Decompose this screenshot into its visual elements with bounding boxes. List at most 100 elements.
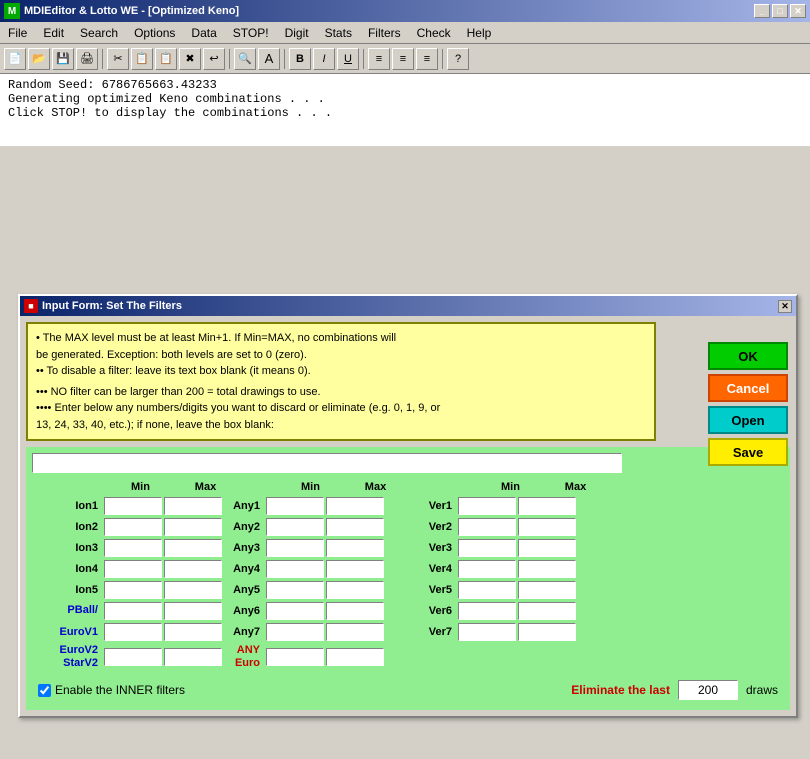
window-title: MDIEditor & Lotto WE - [Optimized Keno] [24, 5, 239, 17]
ver2-label: Ver2 [386, 521, 456, 533]
any5-min[interactable] [266, 581, 324, 599]
any2-min[interactable] [266, 518, 324, 536]
italic-button[interactable]: I [313, 48, 335, 70]
eurov1-min[interactable] [104, 623, 162, 641]
menu-digit[interactable]: Digit [277, 22, 317, 43]
ion2-max[interactable] [164, 518, 222, 536]
align-right-button[interactable]: ≡ [416, 48, 438, 70]
font-button[interactable]: A [258, 48, 280, 70]
ver1-max[interactable] [518, 497, 576, 515]
any-min-header: Min [278, 481, 343, 493]
copy-button[interactable]: 📋 [131, 48, 153, 70]
any-euro-max[interactable] [326, 648, 384, 666]
any2-max[interactable] [326, 518, 384, 536]
ion4-max[interactable] [164, 560, 222, 578]
menu-filters[interactable]: Filters [360, 22, 409, 43]
any3-min[interactable] [266, 539, 324, 557]
any-euro-min[interactable] [266, 648, 324, 666]
enable-inner-text: Enable the INNER filters [55, 683, 185, 697]
ion2-min[interactable] [104, 518, 162, 536]
align-left-button[interactable]: ≡ [368, 48, 390, 70]
ver5-min[interactable] [458, 581, 516, 599]
ion4-min[interactable] [104, 560, 162, 578]
ok-button[interactable]: OK [708, 342, 788, 370]
any7-max[interactable] [326, 623, 384, 641]
align-center-button[interactable]: ≡ [392, 48, 414, 70]
ver1-min[interactable] [458, 497, 516, 515]
save-file-button[interactable]: 💾 [52, 48, 74, 70]
menu-bar: File Edit Search Options Data STOP! Digi… [0, 22, 810, 44]
ver2-max[interactable] [518, 518, 576, 536]
any6-max[interactable] [326, 602, 384, 620]
menu-edit[interactable]: Edit [35, 22, 72, 43]
ion3-label: Ion3 [32, 542, 102, 554]
discard-input[interactable] [32, 453, 622, 473]
help-icon-button[interactable]: ? [447, 48, 469, 70]
cut-button[interactable]: ✂ [107, 48, 129, 70]
ver4-max[interactable] [518, 560, 576, 578]
menu-file[interactable]: File [0, 22, 35, 43]
print-button[interactable]: 🖨 [76, 48, 98, 70]
title-bar: M MDIEditor & Lotto WE - [Optimized Keno… [0, 0, 810, 22]
info-line1: • The MAX level must be at least Min+1. … [36, 330, 646, 347]
paste-button[interactable]: 📋 [155, 48, 177, 70]
enable-inner-checkbox[interactable] [38, 684, 51, 697]
eurov2-max[interactable] [164, 648, 222, 666]
ion5-max[interactable] [164, 581, 222, 599]
ver6-min[interactable] [458, 602, 516, 620]
eliminate-input[interactable] [678, 680, 738, 700]
ver4-min[interactable] [458, 560, 516, 578]
draws-label: draws [746, 683, 778, 697]
ver6-max[interactable] [518, 602, 576, 620]
minimize-button[interactable]: _ [754, 4, 770, 18]
any6-min[interactable] [266, 602, 324, 620]
filter-row-5: Ion5 Any5 Ver5 [32, 581, 784, 599]
bold-button[interactable]: B [289, 48, 311, 70]
new-button[interactable]: 📄 [4, 48, 26, 70]
menu-options[interactable]: Options [126, 22, 183, 43]
menu-search[interactable]: Search [72, 22, 126, 43]
ver7-max[interactable] [518, 623, 576, 641]
maximize-button[interactable]: □ [772, 4, 788, 18]
any1-min[interactable] [266, 497, 324, 515]
menu-help[interactable]: Help [459, 22, 500, 43]
pball-max[interactable] [164, 602, 222, 620]
ion5-min[interactable] [104, 581, 162, 599]
ver5-max[interactable] [518, 581, 576, 599]
main-output: Random Seed: 6786765663.43233 Generating… [0, 74, 810, 146]
ion3-max[interactable] [164, 539, 222, 557]
ion3-min[interactable] [104, 539, 162, 557]
ver2-min[interactable] [458, 518, 516, 536]
menu-data[interactable]: Data [183, 22, 224, 43]
any4-max[interactable] [326, 560, 384, 578]
delete-button[interactable]: ✖ [179, 48, 201, 70]
ver5-label: Ver5 [386, 584, 456, 596]
cancel-button[interactable]: Cancel [708, 374, 788, 402]
any3-max[interactable] [326, 539, 384, 557]
menu-stats[interactable]: Stats [317, 22, 360, 43]
ion1-max[interactable] [164, 497, 222, 515]
any4-min[interactable] [266, 560, 324, 578]
save-button[interactable]: Save [708, 438, 788, 466]
undo-button[interactable]: ↩ [203, 48, 225, 70]
open-button[interactable]: Open [708, 406, 788, 434]
output-line2: Generating optimized Keno combinations .… [8, 92, 802, 106]
search-button[interactable]: 🔍 [234, 48, 256, 70]
pball-min[interactable] [104, 602, 162, 620]
menu-stop[interactable]: STOP! [225, 22, 277, 43]
eurov1-label: EuroV1 [32, 626, 102, 638]
dialog-close-button[interactable]: ✕ [778, 300, 792, 313]
ion1-min[interactable] [104, 497, 162, 515]
close-button[interactable]: ✕ [790, 4, 806, 18]
ver7-min[interactable] [458, 623, 516, 641]
eurov1-max[interactable] [164, 623, 222, 641]
menu-check[interactable]: Check [409, 22, 459, 43]
any5-max[interactable] [326, 581, 384, 599]
underline-button[interactable]: U [337, 48, 359, 70]
any7-min[interactable] [266, 623, 324, 641]
ver3-max[interactable] [518, 539, 576, 557]
ver3-min[interactable] [458, 539, 516, 557]
eurov2-min[interactable] [104, 648, 162, 666]
open-file-button[interactable]: 📂 [28, 48, 50, 70]
any1-max[interactable] [326, 497, 384, 515]
